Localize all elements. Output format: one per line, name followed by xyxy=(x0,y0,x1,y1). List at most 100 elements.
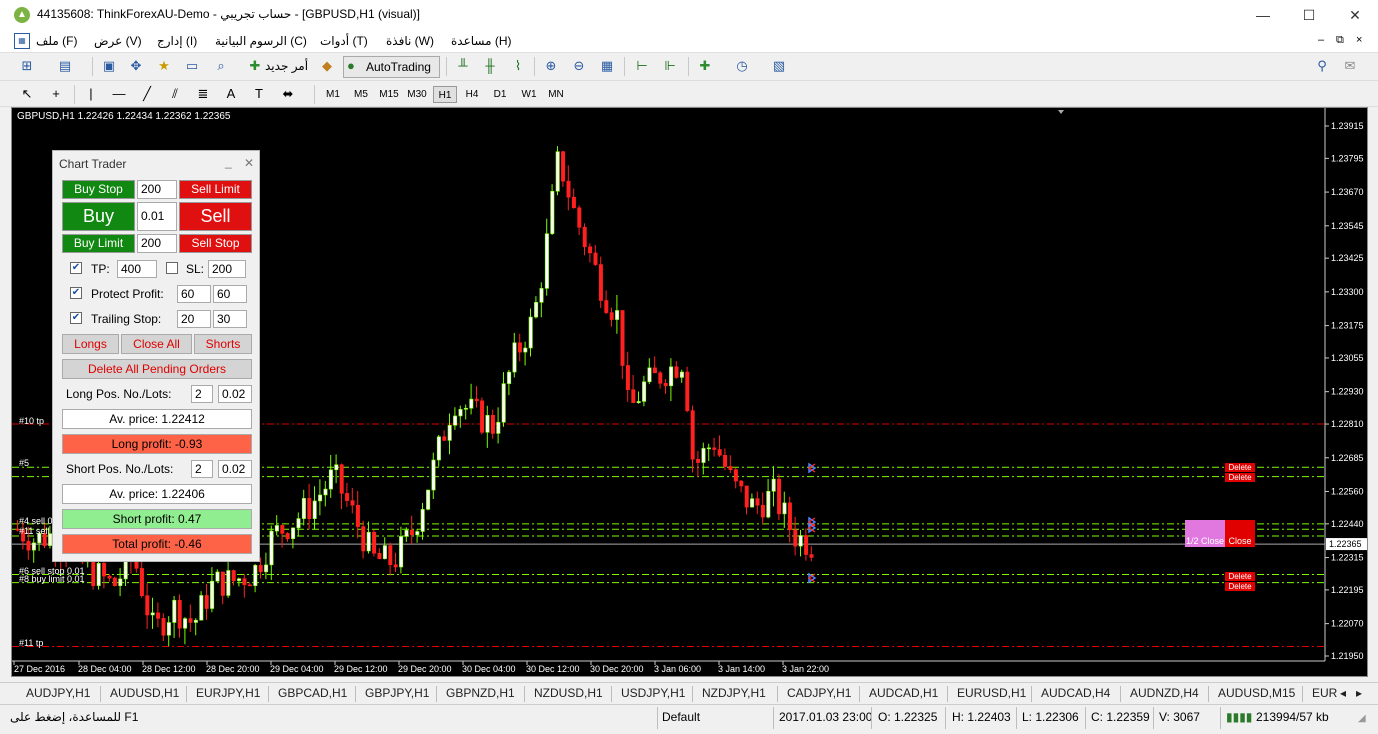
scroll-left-icon[interactable]: ◂ xyxy=(1340,686,1346,700)
menu-help[interactable]: مساعدة (H) xyxy=(451,34,512,48)
close-position-button[interactable]: Close xyxy=(1225,536,1255,547)
half-close-button-bar[interactable] xyxy=(1185,520,1225,528)
mdi-restore-button[interactable]: ⧉ xyxy=(1336,34,1344,47)
tp-checkbox[interactable]: ✔ xyxy=(70,262,82,274)
line-chart-icon[interactable]: ⌇ xyxy=(509,57,527,75)
close-button-bar[interactable] xyxy=(1225,520,1255,528)
data-window-icon[interactable]: ★ xyxy=(155,57,173,75)
crosshair-icon[interactable]: + xyxy=(47,85,65,103)
protect-profit-input-a[interactable]: 60 xyxy=(177,285,211,303)
delete-order-button[interactable]: Delete xyxy=(1225,582,1255,591)
close-button-bar[interactable] xyxy=(1225,528,1255,536)
templates-icon[interactable]: ▧ xyxy=(770,57,788,75)
close-window-button[interactable]: ✕ xyxy=(1332,0,1378,30)
autoscroll-icon[interactable]: ⊩ xyxy=(661,57,679,75)
tf-m1-button[interactable]: M1 xyxy=(321,86,345,103)
chat-icon[interactable]: ✉ xyxy=(1341,57,1359,75)
delete-order-button[interactable]: Delete xyxy=(1225,572,1255,581)
tf-m5-button[interactable]: M5 xyxy=(349,86,373,103)
trailing-stop-checkbox[interactable]: ✔ xyxy=(70,312,82,324)
symbol-tab[interactable]: EURJPY,H1 xyxy=(196,686,260,700)
search-icon[interactable]: ⚲ xyxy=(1313,57,1331,75)
tile-windows-icon[interactable]: ▦ xyxy=(598,57,616,75)
protect-profit-checkbox[interactable]: ✔ xyxy=(70,287,82,299)
half-close-button[interactable]: 1/2 Close xyxy=(1185,536,1225,547)
delete-order-button[interactable]: Delete xyxy=(1225,473,1255,482)
minimize-button[interactable]: — xyxy=(1240,0,1286,30)
symbol-tab[interactable]: GBPNZD,H1 xyxy=(446,686,515,700)
tf-h4-button[interactable]: H4 xyxy=(460,86,484,103)
symbol-tab[interactable]: AUDCAD,H4 xyxy=(1041,686,1110,700)
navigator-icon[interactable]: ✥ xyxy=(127,57,145,75)
new-order-button[interactable]: أمر جديد xyxy=(265,59,308,73)
delete-pending-orders-button[interactable]: Delete All Pending Orders xyxy=(62,359,252,379)
symbol-tab[interactable]: NZDJPY,H1 xyxy=(702,686,766,700)
symbol-tab[interactable]: EUR xyxy=(1312,686,1337,700)
buy-button[interactable]: Buy xyxy=(62,202,135,231)
buy-limit-points-input[interactable]: 200 xyxy=(137,234,177,253)
buy-limit-button[interactable]: Buy Limit xyxy=(62,234,135,253)
menu-window[interactable]: نافذة (W) xyxy=(386,34,434,48)
fibonacci-icon[interactable]: ≣ xyxy=(194,85,212,103)
text-label-icon[interactable]: T xyxy=(250,85,268,103)
tf-mn-button[interactable]: MN xyxy=(544,86,568,103)
vertical-line-icon[interactable]: | xyxy=(82,85,100,103)
trailing-stop-input-b[interactable]: 30 xyxy=(213,310,247,328)
menu-view[interactable]: عرض (V) xyxy=(94,34,142,48)
symbol-tab[interactable]: EURUSD,H1 xyxy=(957,686,1026,700)
candlestick-icon[interactable]: ╫ xyxy=(481,57,499,75)
tf-w1-button[interactable]: W1 xyxy=(517,86,541,103)
sell-limit-button[interactable]: Sell Limit xyxy=(179,180,252,199)
sell-button[interactable]: Sell xyxy=(179,202,252,231)
symbol-tab[interactable]: AUDUSD,H1 xyxy=(110,686,179,700)
symbol-tab[interactable]: GBPCAD,H1 xyxy=(278,686,347,700)
trailing-stop-input-a[interactable]: 20 xyxy=(177,310,211,328)
symbol-tab[interactable]: AUDNZD,H4 xyxy=(1130,686,1199,700)
menu-insert[interactable]: إدارج (I) xyxy=(157,34,197,48)
close-all-button[interactable]: Close All xyxy=(121,334,192,354)
symbol-tab[interactable]: AUDJPY,H1 xyxy=(26,686,90,700)
resize-grip-icon[interactable]: ◢ xyxy=(1358,713,1366,724)
arrows-icon[interactable]: ⬌ xyxy=(279,85,297,103)
menu-charts[interactable]: الرسوم البيانية (C) xyxy=(215,34,307,48)
close-longs-button[interactable]: Longs xyxy=(62,334,119,354)
symbol-tab[interactable]: CADJPY,H1 xyxy=(787,686,851,700)
buy-stop-button[interactable]: Buy Stop xyxy=(62,180,135,199)
chart-shift-icon[interactable]: ⊢ xyxy=(633,57,651,75)
half-close-button-bar[interactable] xyxy=(1185,528,1225,536)
new-chart-icon[interactable]: ⊞ xyxy=(18,57,36,75)
symbol-tab[interactable]: NZDUSD,H1 xyxy=(534,686,603,700)
strategy-tester-icon[interactable]: ⌕ xyxy=(212,57,230,75)
zoom-in-icon[interactable]: ⊕ xyxy=(542,57,560,75)
close-shorts-button[interactable]: Shorts xyxy=(194,334,252,354)
new-order-icon[interactable]: ✚ xyxy=(246,57,264,75)
delete-order-button[interactable]: Delete xyxy=(1225,463,1255,472)
terminal-icon[interactable]: ▭ xyxy=(183,57,201,75)
lots-input[interactable]: 0.01 xyxy=(137,202,177,231)
buy-stop-points-input[interactable]: 200 xyxy=(137,180,177,199)
horizontal-line-icon[interactable]: — xyxy=(110,85,128,103)
autotrading-button[interactable]: ● AutoTrading xyxy=(343,56,440,78)
symbol-tab[interactable]: AUDUSD,M15 xyxy=(1218,686,1295,700)
symbol-tab[interactable]: USDJPY,H1 xyxy=(621,686,685,700)
text-icon[interactable]: A xyxy=(222,85,240,103)
profiles-icon[interactable]: ▤ xyxy=(56,57,74,75)
tf-h1-button[interactable]: H1 xyxy=(433,86,457,103)
symbol-tab[interactable]: GBPJPY,H1 xyxy=(365,686,429,700)
tp-input[interactable]: 400 xyxy=(117,260,157,278)
scroll-right-icon[interactable]: ▸ xyxy=(1356,686,1362,700)
sl-checkbox[interactable] xyxy=(166,262,178,274)
bar-chart-icon[interactable]: ╨ xyxy=(454,57,472,75)
cursor-icon[interactable]: ↖ xyxy=(18,85,36,103)
trendline-icon[interactable]: ╱ xyxy=(138,85,156,103)
sell-stop-button[interactable]: Sell Stop xyxy=(179,234,252,253)
periods-clock-icon[interactable]: ◷ xyxy=(733,57,751,75)
panel-minimize-icon[interactable]: _ xyxy=(225,155,232,169)
sl-input[interactable]: 200 xyxy=(208,260,246,278)
protect-profit-input-b[interactable]: 60 xyxy=(213,285,247,303)
menu-file[interactable]: ملف (F) xyxy=(36,34,77,48)
mdi-close-button[interactable]: × xyxy=(1356,34,1362,46)
tf-d1-button[interactable]: D1 xyxy=(488,86,512,103)
equidistant-channel-icon[interactable]: ⫽ xyxy=(166,85,184,103)
symbol-tab[interactable]: AUDCAD,H1 xyxy=(869,686,938,700)
